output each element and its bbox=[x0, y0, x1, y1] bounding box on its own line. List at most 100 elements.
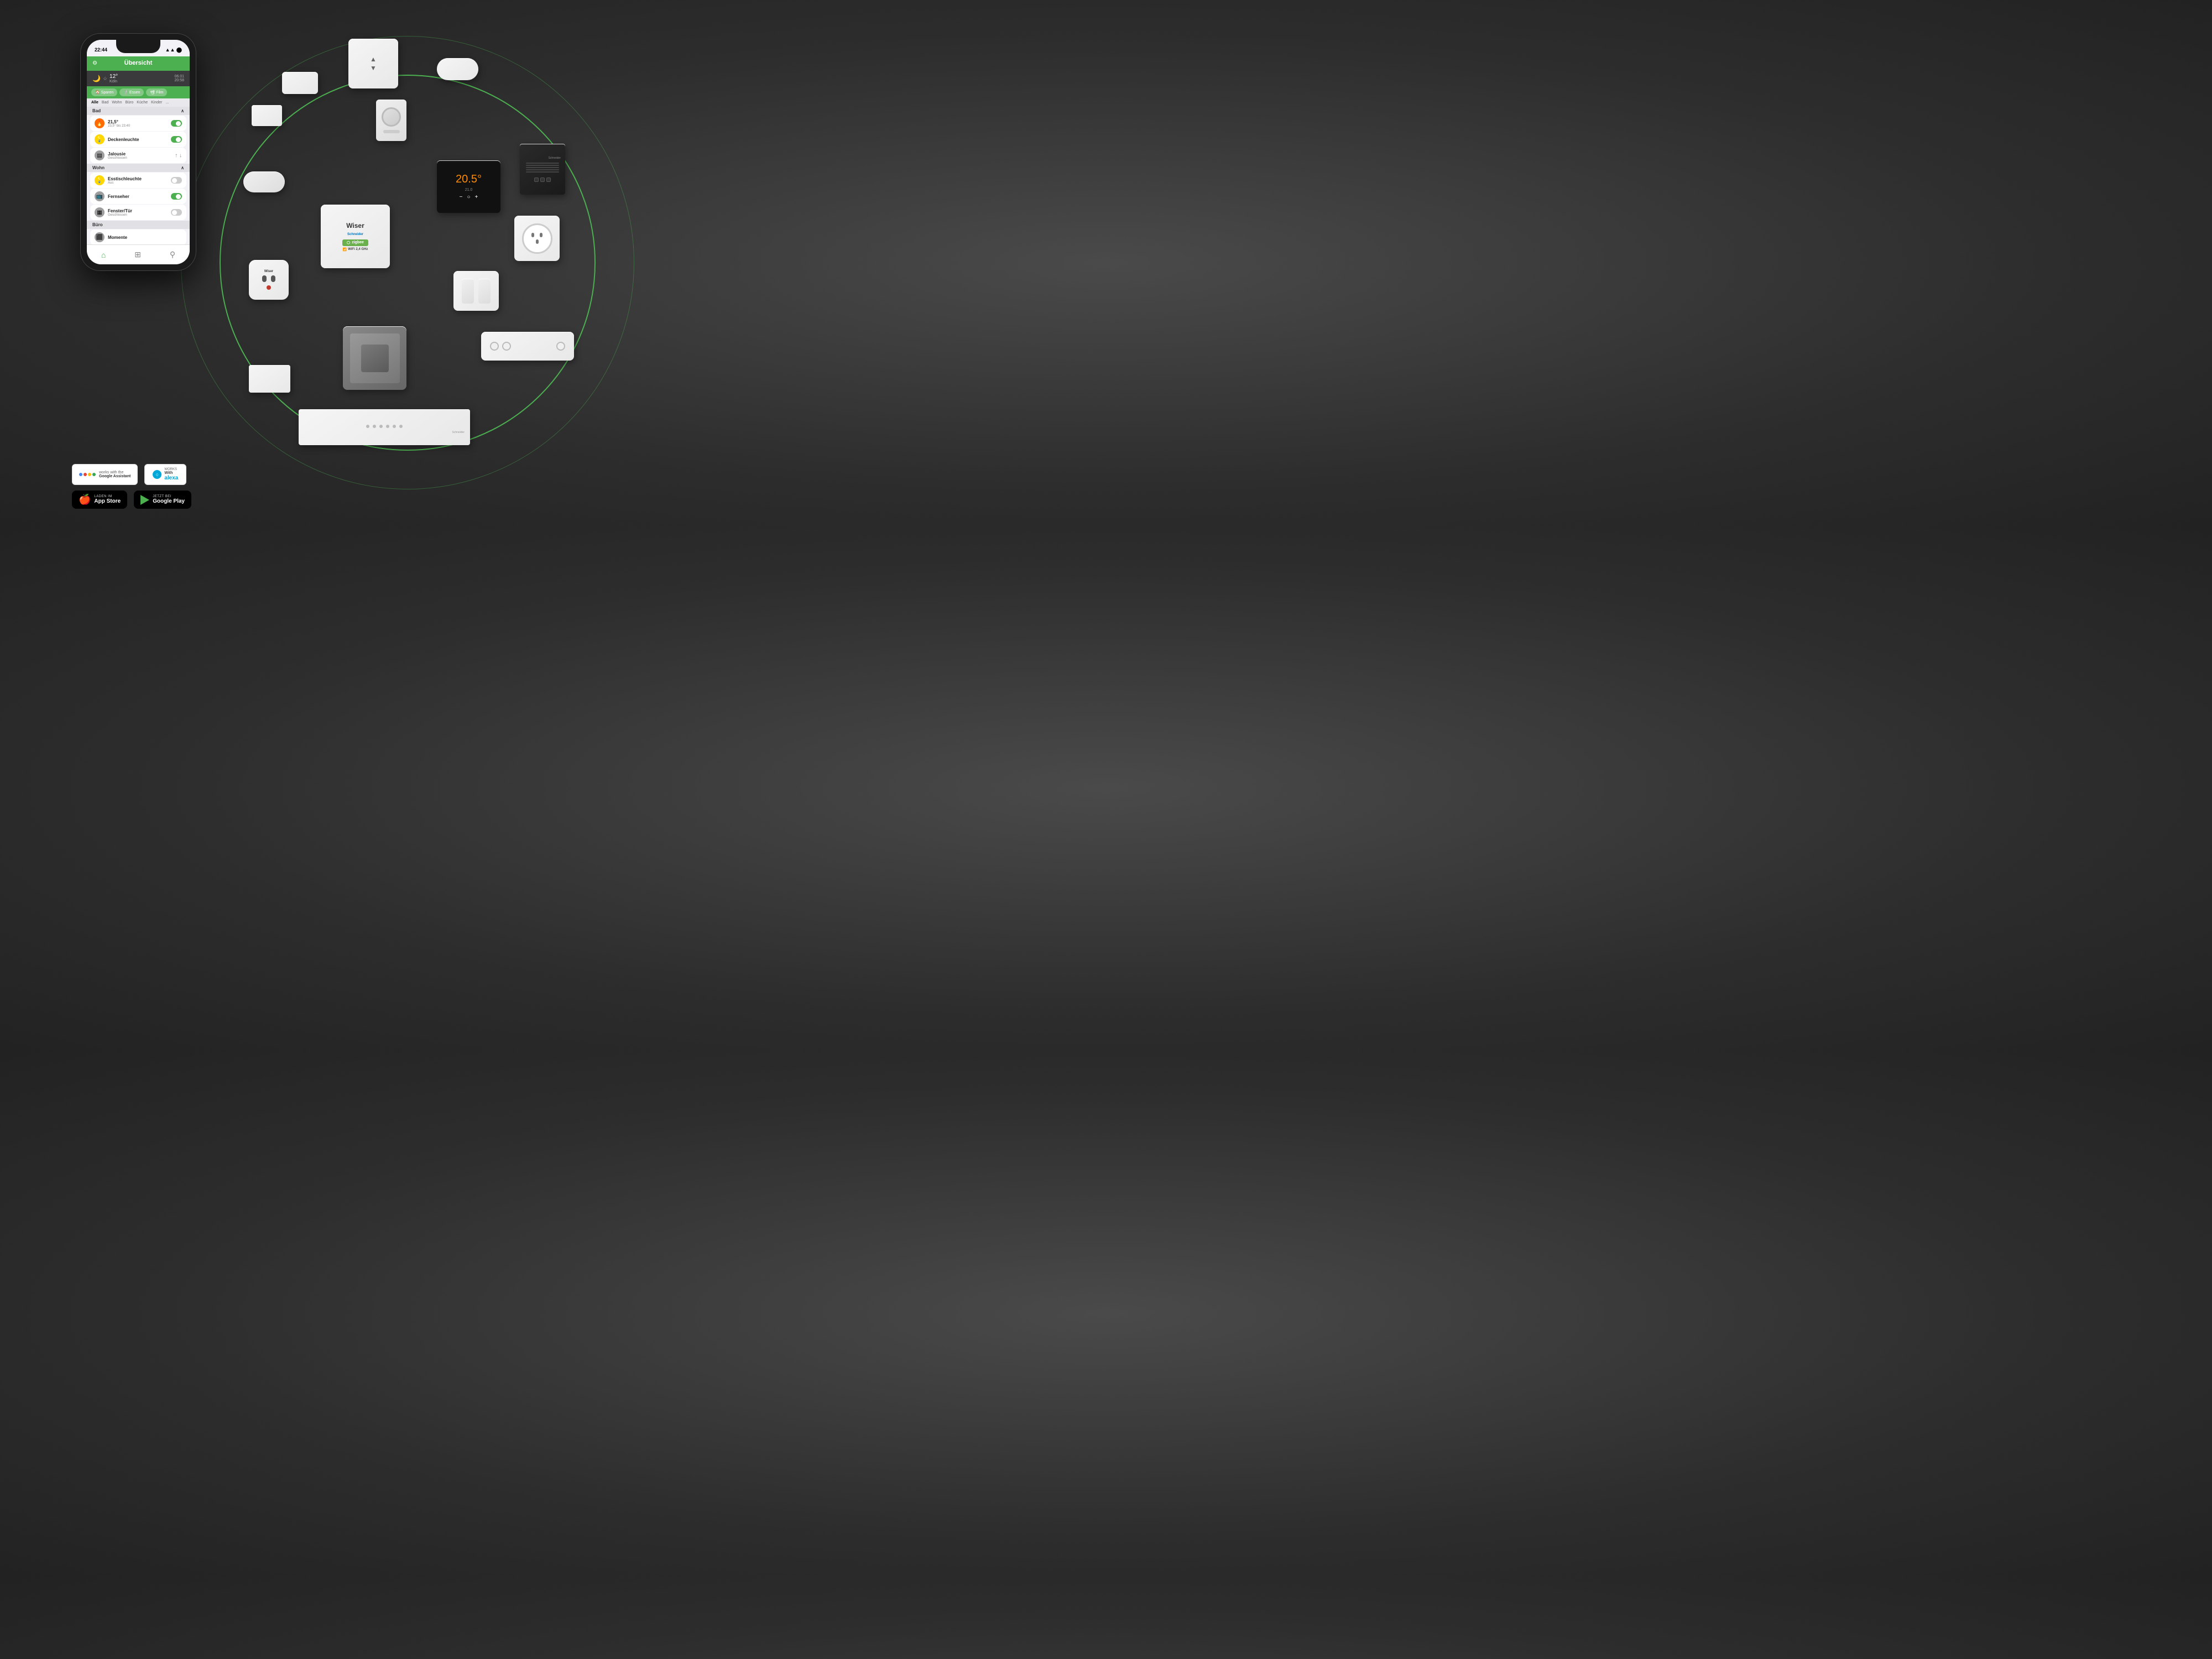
strip-dot-3 bbox=[379, 425, 383, 428]
alexa-badge[interactable]: ○ WORKS With alexa bbox=[144, 464, 186, 485]
apple-icon: 🍎 bbox=[79, 494, 91, 505]
toggle-on-3[interactable] bbox=[171, 193, 182, 200]
google-play-icon bbox=[140, 495, 149, 505]
thermostat-minus[interactable]: − bbox=[460, 194, 463, 200]
phone-action-tabs: 🏠 Sparen 🍴 Essen 📽 Film bbox=[87, 86, 190, 98]
dm-line-4 bbox=[526, 169, 559, 170]
dm-line-5 bbox=[526, 171, 559, 173]
search-nav-icon[interactable]: ⚲ bbox=[170, 250, 175, 259]
room-tab-wohn[interactable]: Wohn bbox=[112, 101, 122, 105]
thermostat-plus[interactable]: + bbox=[475, 194, 478, 200]
list-item-jalousie[interactable]: ▤ Jalousie Geschlossen ↑ ↓ bbox=[90, 148, 186, 163]
settings-icon[interactable]: ⚙ bbox=[92, 60, 97, 66]
valve-ring bbox=[382, 107, 401, 127]
jalousie-icon: ▤ bbox=[95, 150, 105, 160]
alexa-logo: ○ bbox=[153, 470, 161, 479]
toggle-off[interactable] bbox=[171, 177, 182, 184]
thermostat-display-device: 20.5° 21.0 − ○ + bbox=[437, 160, 500, 213]
phone-weather-bar: 🌙 ☆ 12° Köln 06.01 20:58 bbox=[87, 71, 190, 86]
light2-icon: 💡 bbox=[95, 175, 105, 185]
socket-hole-bottom bbox=[536, 239, 539, 244]
ctrl-circle-2[interactable] bbox=[502, 342, 511, 351]
tab-film[interactable]: 📽 Film bbox=[146, 88, 167, 96]
toggle-off-2[interactable] bbox=[171, 209, 182, 216]
door-sensor-device bbox=[252, 105, 282, 126]
gateway-hub-device bbox=[437, 58, 478, 80]
phone-app-header: ⚙ Übersicht bbox=[87, 56, 190, 71]
long-controller-device bbox=[481, 332, 574, 361]
ctrl-circle-3[interactable] bbox=[556, 342, 565, 351]
dm-line-3 bbox=[526, 167, 559, 168]
appstore-badge[interactable]: 🍎 Laden im App Store bbox=[72, 491, 127, 509]
double-switch-device bbox=[453, 271, 499, 311]
strip-brand: Schneider bbox=[304, 431, 465, 434]
dm-line-1 bbox=[526, 163, 559, 164]
phone-device: 22:44 ▲▲ ⬤ ⚙ Übersicht 🌙 ☆ 12° Köln bbox=[80, 33, 196, 271]
phone-header-title: Übersicht bbox=[124, 60, 153, 66]
list-item-deckenleuchte[interactable]: 💡 Deckenleuchte bbox=[90, 132, 186, 147]
panel-button[interactable] bbox=[361, 345, 389, 372]
zigbee-badge: ⬡ zigbee bbox=[342, 239, 368, 246]
hub-brand: Schneider bbox=[347, 233, 363, 236]
room-tab-kuche[interactable]: Küche bbox=[137, 101, 148, 105]
tv-icon: 📺 bbox=[95, 191, 105, 201]
ctrl-circle-1[interactable] bbox=[490, 342, 499, 351]
strip-dot-4 bbox=[386, 425, 389, 428]
list-item-temperature[interactable]: 🔥 21,5° 23,5° bis 23:40 bbox=[90, 116, 186, 131]
home-nav-icon[interactable]: ⌂ bbox=[101, 251, 106, 259]
compatibility-badges: works with the Google Assistant ○ WORKS … bbox=[72, 464, 191, 485]
room-tab-more[interactable]: ... bbox=[165, 101, 169, 105]
toggle-on[interactable] bbox=[171, 120, 182, 127]
dark-module-device: Schneider bbox=[520, 144, 565, 195]
list-item-fernseher[interactable]: 📺 Fernseher bbox=[90, 189, 186, 204]
google-assistant-badge[interactable]: works with the Google Assistant bbox=[72, 464, 138, 485]
google-dots bbox=[79, 473, 96, 476]
hub-logo: Wiser bbox=[346, 222, 364, 229]
radiator-valve-device bbox=[376, 100, 406, 141]
ga-dot-green bbox=[92, 473, 96, 476]
main-hub-device: Wiser Schneider ⬡ zigbee 📶 WiFi 2,4 GHz bbox=[321, 205, 390, 268]
long-strip-device: Schneider bbox=[299, 409, 470, 445]
grid-nav-icon[interactable]: ⊞ bbox=[134, 250, 141, 259]
phone-room-tabs: Alle Bad Wohn Büro Küche Kinder ... bbox=[87, 98, 190, 107]
weather-datetime: 06.01 20:58 bbox=[174, 75, 184, 82]
section-buro: Büro bbox=[87, 221, 190, 229]
alexa-text: WORKS With alexa bbox=[164, 468, 178, 481]
list-item-momente[interactable]: ⬛ Momente bbox=[90, 229, 186, 245]
strip-dot-5 bbox=[393, 425, 396, 428]
thermostat-sub: 21.0 bbox=[465, 188, 473, 192]
dm-line-2 bbox=[526, 165, 559, 166]
room-tab-buro[interactable]: Büro bbox=[125, 101, 133, 105]
strip-dot-2 bbox=[373, 425, 376, 428]
section-wohn: Wohn ∧ bbox=[87, 164, 190, 172]
tab-sparen[interactable]: 🏠 Sparen bbox=[91, 88, 117, 96]
connector-3 bbox=[546, 178, 551, 182]
alexa-badge-inner: ○ WORKS With alexa bbox=[153, 468, 178, 481]
plug-hole-right bbox=[271, 275, 275, 282]
store-badges: 🍎 Laden im App Store JETZT BEI Google Pl… bbox=[72, 491, 191, 509]
strip-dot-6 bbox=[399, 425, 403, 428]
switch-button-left[interactable] bbox=[462, 279, 474, 304]
weather-city: Köln bbox=[109, 80, 118, 84]
wall-switch-top-device: ▲ ▼ bbox=[348, 39, 398, 88]
ga-dot-yellow bbox=[88, 473, 91, 476]
thermostat-controls: − ○ + bbox=[460, 194, 478, 200]
weather-date: 06.01 bbox=[174, 75, 184, 79]
room-tab-kinder[interactable]: Kinder bbox=[151, 101, 162, 105]
toggle-on-2[interactable] bbox=[171, 136, 182, 143]
list-item-esstischleuchte[interactable]: 💡 Esstischleuchte Aus bbox=[90, 173, 186, 188]
room-tab-alle[interactable]: Alle bbox=[91, 101, 98, 105]
room-tab-bad[interactable]: Bad bbox=[102, 101, 108, 105]
socket-hole-left bbox=[531, 233, 534, 237]
phone-bottom-nav: ⌂ ⊞ ⚲ bbox=[87, 244, 190, 264]
thermostat-circle: ○ bbox=[467, 194, 470, 200]
list-item-fenster[interactable]: ▦ Fenster/Tür Geschlossen bbox=[90, 205, 186, 220]
strip-dot-1 bbox=[366, 425, 369, 428]
switch-button-right[interactable] bbox=[478, 279, 491, 304]
tab-essen[interactable]: 🍴 Essen bbox=[119, 88, 144, 96]
dark-module-connectors bbox=[534, 178, 551, 182]
smart-plug-device: Wiser bbox=[249, 260, 289, 300]
section-bad: Bad ∧ bbox=[87, 107, 190, 115]
temperature-icon: 🔥 bbox=[95, 118, 105, 128]
googleplay-badge[interactable]: JETZT BEI Google Play bbox=[134, 491, 191, 509]
